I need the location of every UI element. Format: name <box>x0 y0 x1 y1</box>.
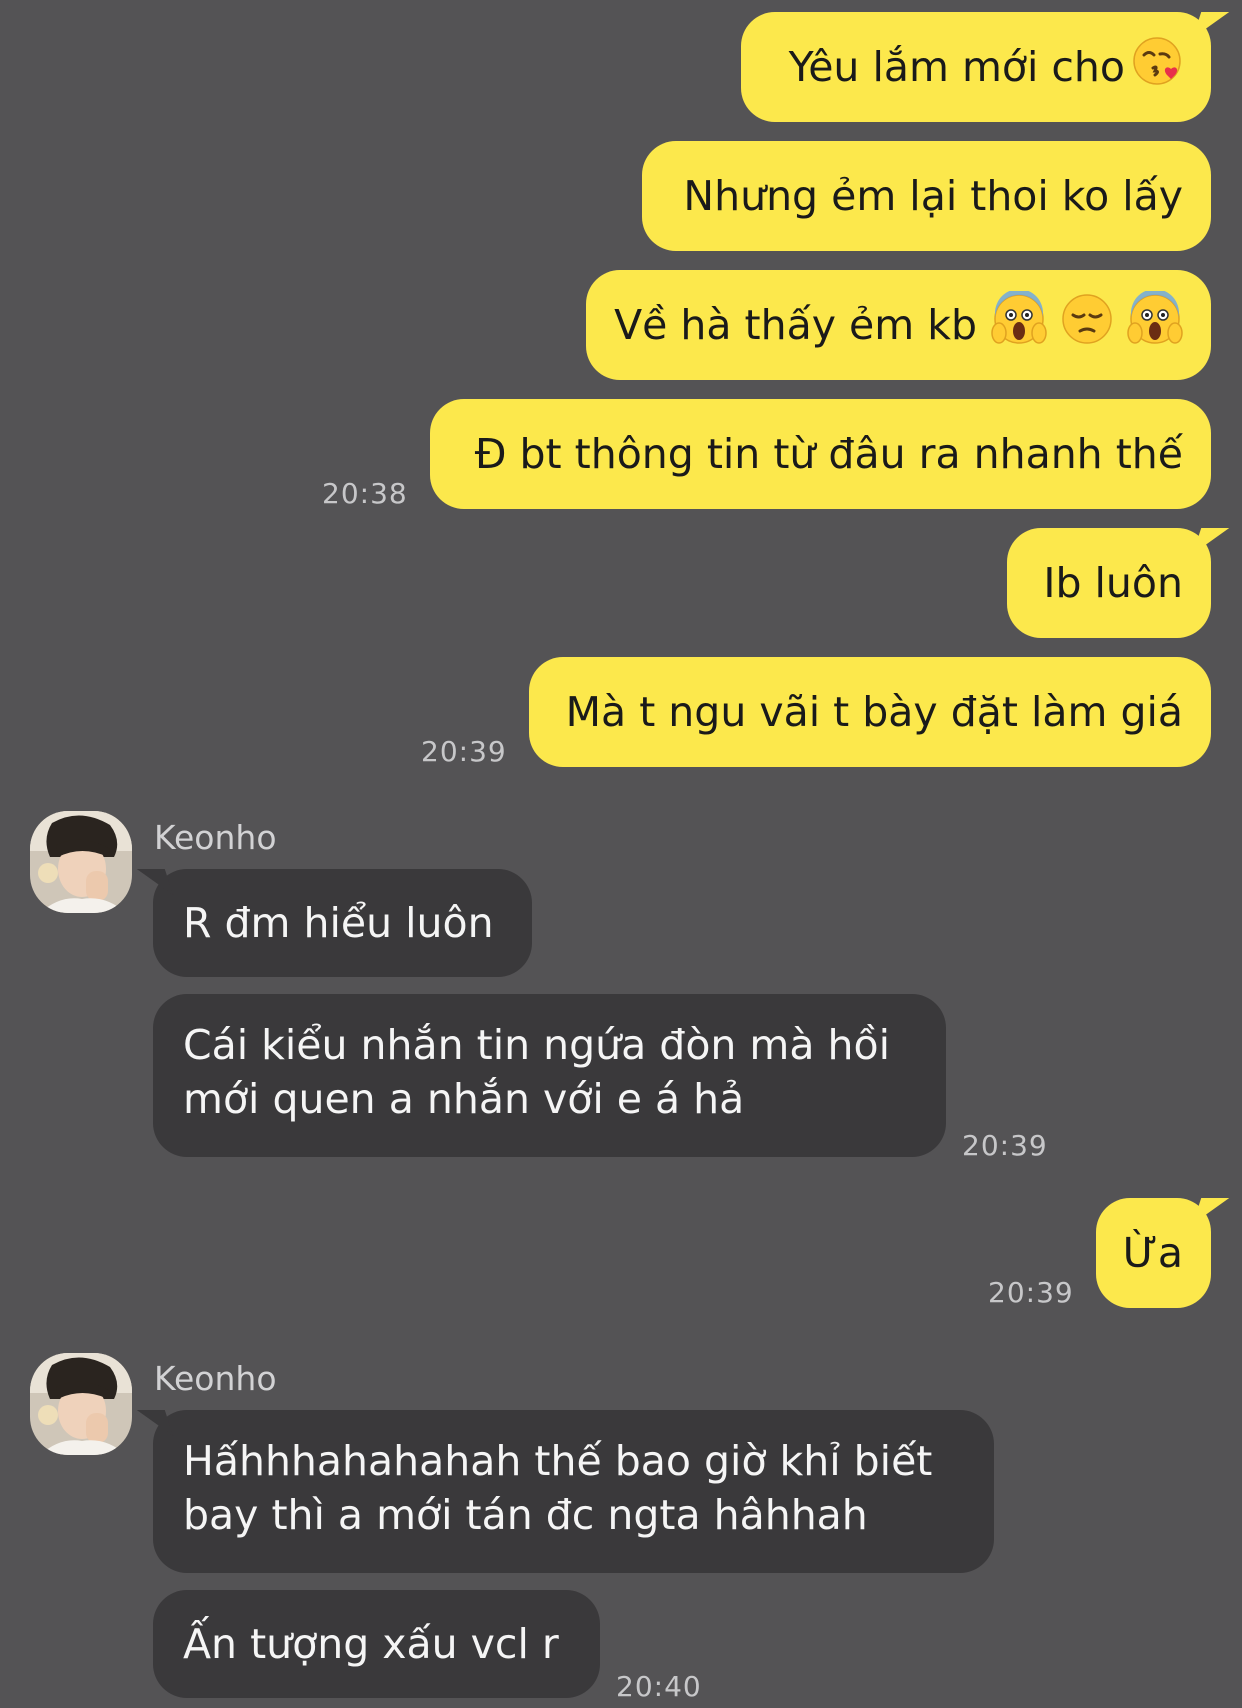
message-text: Nhưng ẻm lại thoi ko lấy <box>683 172 1183 220</box>
outgoing-message[interactable]: Ừa <box>1096 1198 1230 1308</box>
message-text: Đ bt thông tin từ đâu ra nhanh thế <box>474 430 1183 478</box>
outgoing-message[interactable]: Ib luôn <box>1007 528 1230 638</box>
timestamp: 20:39 <box>962 1129 1048 1162</box>
message-text: Yêu lắm mới cho <box>788 43 1125 91</box>
avatar[interactable] <box>30 1353 132 1455</box>
outgoing-message[interactable]: Đ bt thông tin từ đâu ra nhanh thế <box>430 399 1211 509</box>
face-screaming-icon <box>1127 288 1183 360</box>
incoming-message[interactable]: Ấn tượng xấu vcl r <box>153 1590 600 1698</box>
face-blowing-kiss-icon <box>1131 35 1183 100</box>
message-text: Về hà thấy ẻm kb <box>614 301 977 349</box>
incoming-message[interactable]: Hấhhhahahahah thế bao giờ khỉ biết bay t… <box>136 1410 994 1573</box>
sender-name: Keonho <box>154 1359 277 1398</box>
message-text: Ib luôn <box>1043 559 1183 607</box>
timestamp: 20:39 <box>421 735 507 768</box>
sender-name: Keonho <box>154 818 277 857</box>
pensive-face-icon <box>1059 291 1115 360</box>
outgoing-message[interactable]: Về hà thấy ẻm kb <box>586 270 1211 380</box>
message-text: Hấhhhahahahah thế bao giờ khỉ biết bay t… <box>183 1437 933 1539</box>
face-screaming-icon <box>991 288 1047 360</box>
message-text: R đm hiểu luôn <box>183 899 494 947</box>
incoming-message[interactable]: Cái kiểu nhắn tin ngứa đòn mà hồi mới qu… <box>153 994 946 1157</box>
timestamp: 20:39 <box>988 1276 1074 1309</box>
message-text: Mà t ngu vãi t bày đặt làm giá <box>565 688 1183 736</box>
incoming-message[interactable]: R đm hiểu luôn <box>136 869 532 977</box>
message-text: Ấn tượng xấu vcl r <box>183 1620 559 1668</box>
outgoing-message[interactable]: Mà t ngu vãi t bày đặt làm giá <box>529 657 1211 767</box>
avatar[interactable] <box>30 811 132 913</box>
outgoing-message[interactable]: Yêu lắm mới cho <box>741 12 1230 122</box>
outgoing-message[interactable]: Nhưng ẻm lại thoi ko lấy <box>642 141 1211 251</box>
timestamp: 20:40 <box>616 1670 702 1703</box>
message-text: Cái kiểu nhắn tin ngứa đòn mà hồi mới qu… <box>183 1021 890 1123</box>
message-text: Ừa <box>1122 1229 1183 1277</box>
timestamp: 20:38 <box>322 477 408 510</box>
chat-thread: Yêu lắm mới cho Nhưng ẻm lại thoi ko lấy… <box>0 0 1242 1708</box>
